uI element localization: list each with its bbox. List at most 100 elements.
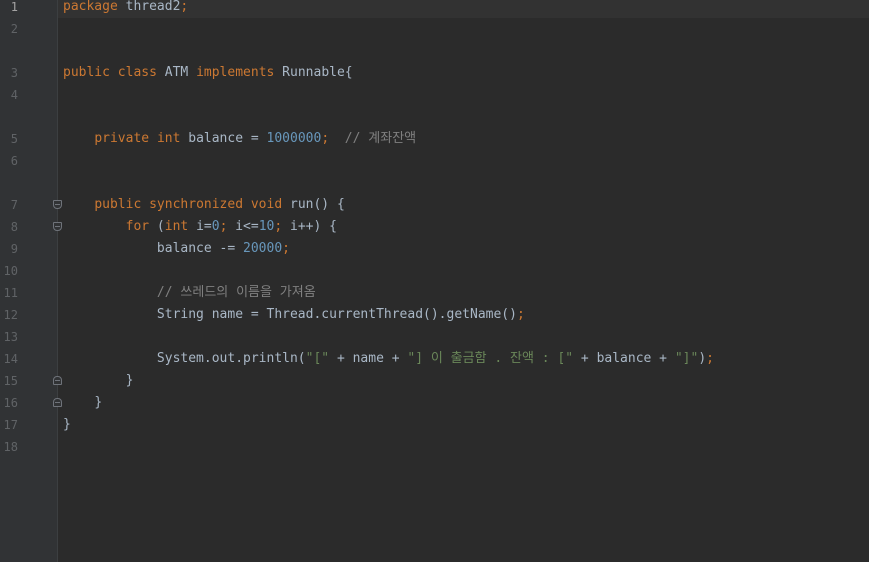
method-call: System.out.println(: [156, 351, 306, 366]
line-number: 1: [10, 0, 18, 14]
string-literal: "] 이 출금함 . 잔액 : [": [407, 351, 574, 366]
number-literal: 0: [211, 219, 220, 234]
assignment: balance -=: [156, 241, 244, 256]
fold-end-icon[interactable]: [53, 398, 62, 407]
string-literal: "[": [305, 351, 330, 366]
fold-collapse-icon[interactable]: [53, 222, 62, 231]
gutter-line: 4: [0, 88, 58, 110]
closing-brace: }: [94, 395, 103, 410]
line-number: 4: [10, 88, 18, 102]
semicolon: ;: [706, 351, 714, 366]
gutter-line: 12: [0, 308, 58, 330]
fold-collapse-icon[interactable]: [53, 200, 62, 209]
class-name: ATM: [156, 65, 197, 80]
code-line-1: package thread2;: [63, 0, 188, 18]
line-number: 3: [10, 66, 18, 80]
gutter-line: 6: [0, 154, 58, 176]
semicolon: ;: [180, 0, 189, 14]
number-literal: 10: [258, 219, 275, 234]
comment: // 계좌잔액: [344, 131, 417, 146]
string-literal: "]": [674, 351, 699, 366]
line-number: 17: [3, 418, 18, 432]
gutter-line: 5: [0, 132, 58, 154]
semicolon: ;: [282, 241, 290, 256]
keyword: for: [125, 219, 150, 234]
line-number: 2: [10, 22, 18, 36]
code-line-17: }: [63, 418, 71, 436]
line-number: 6: [10, 154, 18, 168]
number-literal: 1000000: [266, 131, 322, 146]
gutter-line: 13: [0, 330, 58, 352]
code-line-16: }: [63, 396, 102, 414]
gutter-line: 7: [0, 198, 58, 220]
keyword: implements: [196, 65, 275, 80]
loop-init: i=: [188, 219, 212, 234]
code-line-12: String name = Thread.currentThread().get…: [63, 308, 525, 326]
closing-brace: }: [125, 373, 134, 388]
loop-condition: i<=: [227, 219, 259, 234]
gutter-line: 1: [0, 0, 58, 22]
semicolon: ;: [516, 307, 525, 322]
package-name: thread2: [117, 0, 181, 14]
code-line-7: public synchronized void run() {: [63, 197, 344, 216]
keyword: void: [250, 197, 283, 212]
line-number: 12: [3, 308, 18, 322]
semicolon: ;: [321, 131, 330, 146]
line-number-gutter: 1 2 3 4 5 6 7 8 9 10 11 12 13 14 15 16 1…: [0, 0, 62, 562]
code-line-8: for (int i=0; i<=10; i++) {: [63, 220, 337, 238]
line-number: 7: [10, 198, 18, 212]
line-number: 11: [3, 286, 18, 300]
gutter-line: 18: [0, 440, 58, 462]
loop-increment: i++) {: [282, 219, 337, 234]
keyword: synchronized: [149, 197, 244, 212]
line-number: 18: [3, 440, 18, 454]
gutter-line: 14: [0, 352, 58, 374]
code-line-15: }: [63, 373, 134, 392]
line-number: 5: [10, 132, 18, 146]
keyword: private: [94, 131, 150, 146]
gutter-line: 10: [0, 264, 58, 286]
keyword: public: [63, 65, 110, 80]
line-number: 10: [3, 264, 18, 278]
paren: (: [149, 219, 165, 234]
code-line-5: private int balance = 1000000; // 계좌잔액: [63, 132, 416, 150]
code-line-3: public class ATM implements Runnable{: [63, 66, 353, 84]
code-editor[interactable]: 1 2 3 4 5 6 7 8 9 10 11 12 13 14 15 16 1…: [0, 0, 869, 562]
keyword: public: [94, 197, 142, 212]
interface-name: Runnable{: [274, 65, 353, 80]
semicolon: ;: [274, 219, 283, 234]
gutter-line: 17: [0, 418, 58, 440]
gutter-line: 8: [0, 220, 58, 242]
fold-end-icon[interactable]: [53, 376, 62, 385]
code-line-11: // 쓰레드의 이름을 가져옴: [63, 286, 316, 304]
line-number: 8: [10, 220, 18, 234]
line-number: 13: [3, 330, 18, 344]
gutter-line: 2: [0, 22, 58, 44]
concat: + name +: [329, 351, 408, 366]
gutter-line: 16: [0, 396, 58, 418]
gutter-line: 3: [0, 66, 58, 88]
number-literal: 20000: [243, 241, 283, 256]
line-number: 16: [3, 396, 18, 410]
code-line-9: balance -= 20000;: [63, 242, 290, 260]
line-number: 15: [3, 374, 18, 388]
line-number: 9: [10, 242, 18, 256]
keyword: int: [164, 219, 189, 234]
code-line-14: System.out.println("[" + name + "] 이 출금함…: [63, 352, 714, 370]
line-number: 14: [3, 352, 18, 366]
concat: + balance +: [573, 351, 675, 366]
comment: // 쓰레드의 이름을 가져옴: [156, 285, 316, 300]
